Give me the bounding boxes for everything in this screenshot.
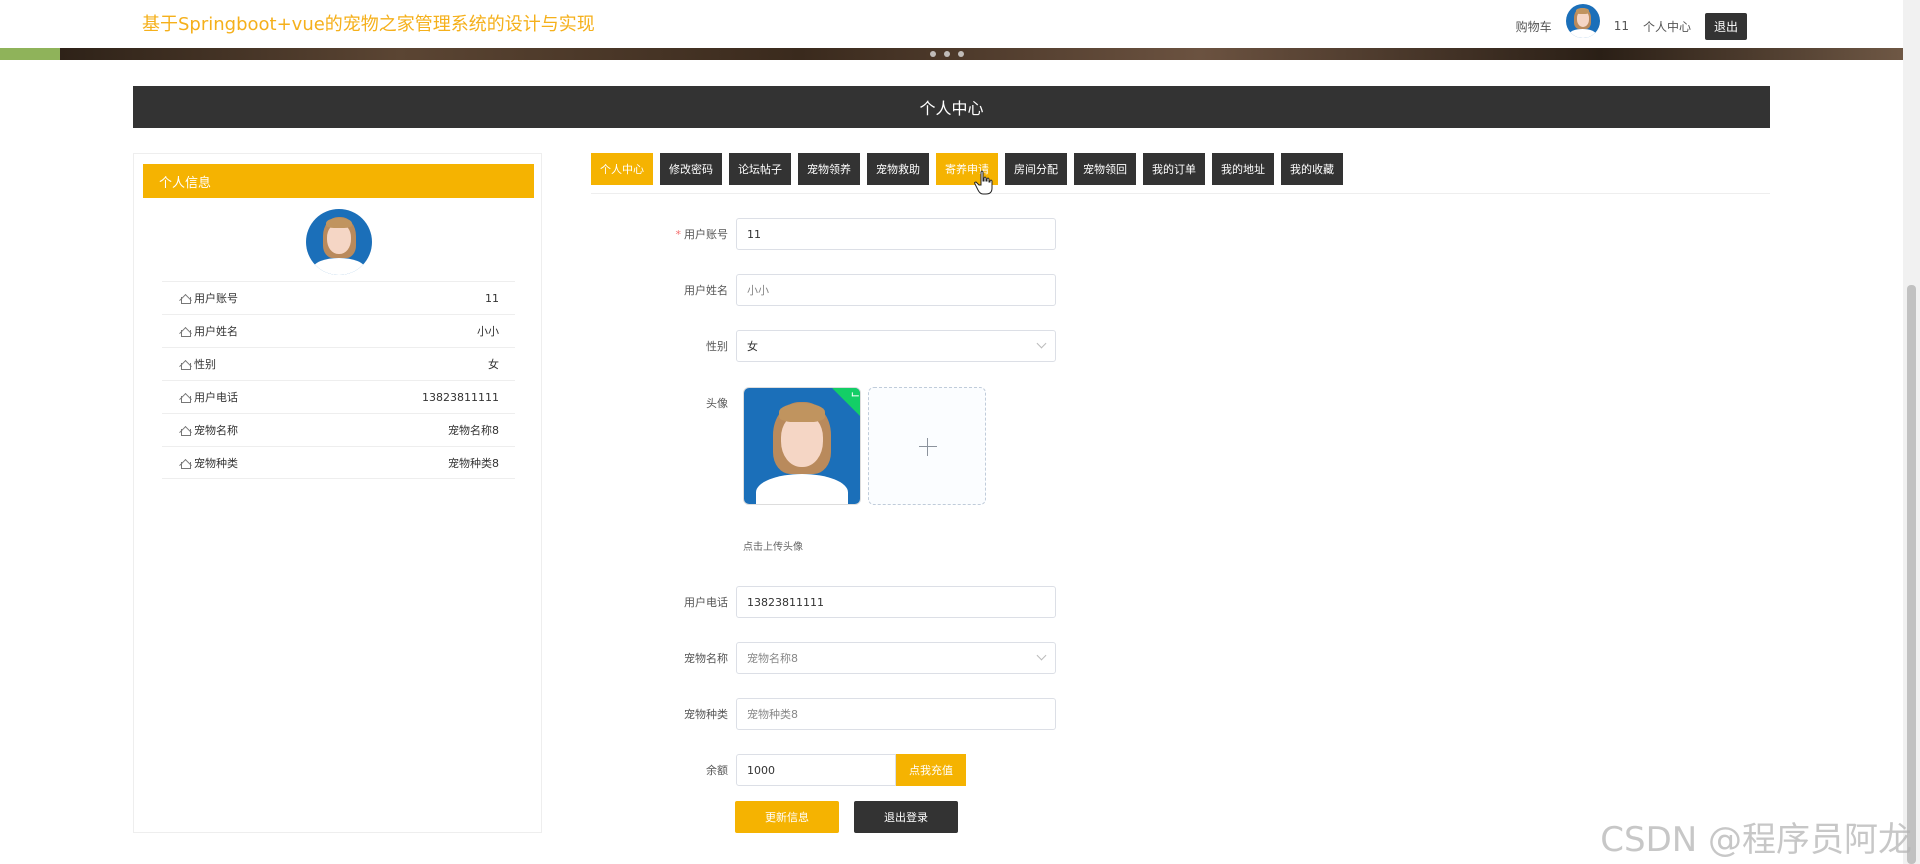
profile-summary-panel: 个人信息 用户账号 11 用户姓名 小小 性别 女 用户电话 13823811111 宠… [133, 153, 542, 833]
tab-pet-return[interactable]: 宠物领回 [1074, 153, 1136, 185]
chevron-down-icon [1036, 650, 1047, 661]
gender-select[interactable]: 女 [736, 330, 1056, 362]
tab-pet-adoption[interactable]: 宠物领养 [798, 153, 860, 185]
info-row: 用户电话 13823811111 [162, 380, 515, 413]
info-row: 宠物种类 宠物种类8 [162, 446, 515, 479]
info-value: 13823811111 [422, 390, 499, 404]
info-label: 用户姓名 [194, 325, 238, 338]
banner-indicator[interactable] [930, 51, 964, 57]
home-icon [180, 359, 191, 370]
info-value: 小小 [477, 325, 499, 338]
home-icon [180, 293, 191, 304]
profile-avatar [306, 209, 372, 275]
tab-pet-rescue[interactable]: 宠物救助 [867, 153, 929, 185]
info-row: 用户账号 11 [162, 281, 515, 314]
info-label: 用户电话 [194, 391, 238, 404]
phone-row: 用户电话 13823811111 [600, 586, 1056, 618]
pet-name-select[interactable]: 宠物名称8 [736, 642, 1056, 674]
info-row: 宠物名称 宠物名称8 [162, 413, 515, 446]
home-icon [180, 392, 191, 403]
watermark: CSDN @程序员阿龙 [1600, 820, 1912, 860]
home-icon [180, 326, 191, 337]
info-label: 用户账号 [194, 292, 238, 305]
info-value: 女 [488, 358, 499, 371]
tab-personal-center[interactable]: 个人中心 [591, 153, 653, 185]
center-tabs: 个人中心 修改密码 论坛帖子 宠物领养 宠物救助 寄养申请 房间分配 宠物领回 … [591, 153, 1343, 185]
chevron-down-icon [1036, 338, 1047, 349]
phone-input[interactable]: 13823811111 [736, 586, 1056, 618]
name-input[interactable]: 小小 [736, 274, 1056, 306]
top-right-nav: 购物车 11 个人中心 退出 [1516, 4, 1747, 46]
tab-room-allocation[interactable]: 房间分配 [1005, 153, 1067, 185]
logout-button[interactable]: 退出 [1704, 12, 1747, 40]
user-avatar[interactable] [1565, 4, 1600, 38]
update-info-button[interactable]: 更新信息 [735, 801, 839, 833]
username-label: 11 [1613, 19, 1629, 33]
pet-name-selected-value: 宠物名称8 [747, 652, 798, 665]
info-label: 宠物名称 [194, 424, 238, 437]
page-title: 个人中心 [133, 86, 1770, 128]
logout-account-button[interactable]: 退出登录 [854, 801, 958, 833]
top-header: 基于Springboot+vue的宠物之家管理系统的设计与实现 购物车 11 个… [0, 0, 1903, 48]
hand-cursor-icon [974, 170, 993, 195]
info-value: 宠物名称8 [448, 424, 499, 437]
account-row: * 用户账号 11 [600, 218, 1056, 250]
name-row: 用户姓名 小小 [600, 274, 1056, 306]
recharge-button[interactable]: 点我充值 [896, 754, 966, 786]
info-value: 11 [485, 291, 499, 305]
info-label: 宠物种类 [194, 456, 238, 470]
home-icon [180, 458, 191, 469]
scrollbar-thumb[interactable] [1907, 285, 1916, 864]
balance-label: 余额 [706, 764, 728, 777]
tab-my-favorites[interactable]: 我的收藏 [1281, 153, 1343, 185]
avatar-preview[interactable] [743, 387, 861, 505]
pet-type-input[interactable]: 宠物种类8 [736, 698, 1056, 730]
name-label: 用户姓名 [684, 284, 728, 297]
site-title[interactable]: 基于Springboot+vue的宠物之家管理系统的设计与实现 [142, 10, 595, 36]
avatar-upload-tip: 点击上传头像 [743, 542, 803, 553]
info-label: 性别 [194, 358, 216, 371]
pet-name-label: 宠物名称 [684, 652, 728, 665]
tab-my-address[interactable]: 我的地址 [1212, 153, 1274, 185]
avatar-label: 头像 [706, 397, 728, 410]
profile-info-list: 用户账号 11 用户姓名 小小 性别女 用户电话 13823811111 宠物名称 宠物… [162, 281, 515, 479]
personal-center-link[interactable]: 个人中心 [1643, 18, 1691, 35]
page-scrollbar[interactable] [1903, 0, 1920, 864]
gender-row: 性别 女 [600, 330, 1056, 362]
phone-label: 用户电话 [684, 596, 728, 609]
balance-row: 余额 1000 点我充值 [600, 754, 966, 786]
avatar-upload-button[interactable] [868, 387, 986, 505]
balance-input[interactable]: 1000 [736, 754, 896, 786]
tab-forum-posts[interactable]: 论坛帖子 [729, 153, 791, 185]
tab-my-orders[interactable]: 我的订单 [1143, 153, 1205, 185]
info-value: 宠物种类8 [448, 456, 499, 470]
home-icon [180, 425, 191, 436]
account-input[interactable]: 11 [736, 218, 1056, 250]
pet-type-row: 宠物种类 宠物种类8 [600, 698, 1056, 730]
profile-panel-heading: 个人信息 [143, 164, 534, 198]
info-row: 用户姓名 小小 [162, 314, 515, 347]
tabs-divider [591, 193, 1770, 194]
info-row: 性别 女 [162, 347, 515, 380]
tab-change-password[interactable]: 修改密码 [660, 153, 722, 185]
cart-link[interactable]: 购物车 [1516, 18, 1552, 35]
gender-label: 性别 [706, 340, 728, 353]
pet-name-row: 宠物名称 宠物名称8 [600, 642, 1056, 674]
account-label: * 用户账号 [675, 228, 729, 241]
pet-type-label: 宠物种类 [684, 708, 728, 721]
gender-selected-value: 女 [747, 340, 758, 353]
